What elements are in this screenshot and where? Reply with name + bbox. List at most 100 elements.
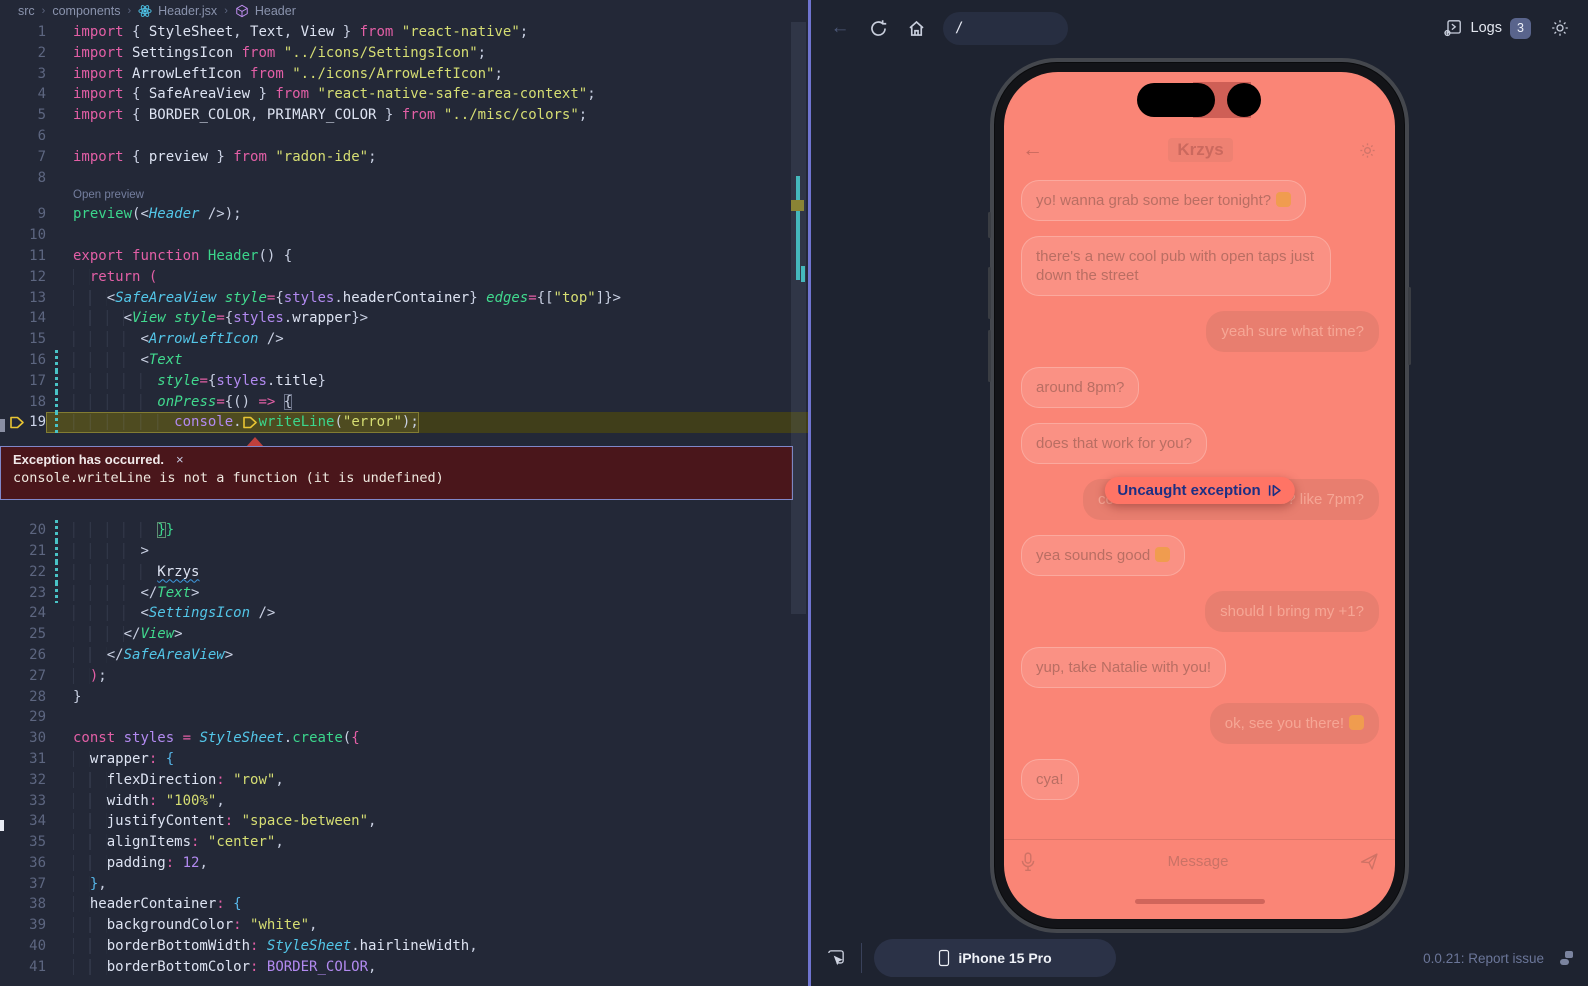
reload-button[interactable] bbox=[863, 19, 893, 38]
message-list: yo! wanna grab some beer tonight? there's… bbox=[1004, 170, 1395, 839]
home-indicator[interactable] bbox=[1135, 899, 1265, 904]
exception-message: console.writeLine is not a function (it … bbox=[13, 470, 780, 486]
preview-toolbar: ← / Logs 3 bbox=[811, 0, 1588, 56]
line-number[interactable]: 15 bbox=[0, 329, 46, 350]
microphone-icon[interactable] bbox=[1020, 852, 1036, 872]
line-number[interactable]: 34 bbox=[0, 811, 46, 832]
report-issue-link[interactable]: 0.0.21: Report issue bbox=[1423, 951, 1544, 966]
line-number[interactable]: 27 bbox=[0, 666, 46, 687]
breadcrumb-item-components[interactable]: components bbox=[52, 4, 120, 18]
line-number[interactable]: 39 bbox=[0, 915, 46, 936]
divider bbox=[861, 943, 862, 973]
chevron-right-icon: › bbox=[224, 5, 228, 17]
line-number[interactable]: 38 bbox=[0, 894, 46, 915]
line-number[interactable]: 32 bbox=[0, 770, 46, 791]
device-selector[interactable]: iPhone 15 Pro bbox=[874, 939, 1116, 977]
front-camera bbox=[1227, 83, 1261, 117]
code-line-20: 20 }} bbox=[0, 520, 808, 541]
line-number[interactable]: 16 bbox=[0, 350, 46, 371]
line-number[interactable]: 10 bbox=[0, 225, 46, 246]
line-number[interactable]: 30 bbox=[0, 728, 46, 749]
chat-back-button[interactable]: ← bbox=[1022, 138, 1043, 162]
code-line-10: 10 bbox=[0, 225, 808, 246]
line-number[interactable]: 31 bbox=[0, 749, 46, 770]
element-inspector-icon[interactable] bbox=[825, 947, 847, 969]
breadcrumb-item-file[interactable]: Header.jsx bbox=[158, 4, 217, 18]
line-number[interactable]: 22 bbox=[0, 562, 46, 583]
chat-bubble-text: there's a new cool pub with open taps ju… bbox=[1036, 248, 1314, 284]
breadcrumb-item-symbol[interactable]: Header bbox=[255, 4, 296, 18]
settings-gear-icon[interactable] bbox=[1550, 18, 1570, 38]
line-number[interactable]: 23 bbox=[0, 583, 46, 604]
url-input[interactable]: / bbox=[943, 12, 1068, 45]
devices-icon[interactable] bbox=[1556, 948, 1576, 968]
line-number[interactable]: 14 bbox=[0, 308, 46, 329]
chat-bubble-left: yo! wanna grab some beer tonight? bbox=[1021, 180, 1306, 221]
chat-bubble-left: around 8pm? bbox=[1021, 367, 1139, 408]
debug-resume-icon bbox=[1267, 483, 1282, 498]
line-number[interactable]: 13 bbox=[0, 288, 46, 309]
chat-bubble-left: cya! bbox=[1021, 759, 1079, 800]
code-line-6: 6 bbox=[0, 126, 808, 147]
line-number[interactable]: 28 bbox=[0, 687, 46, 708]
code-line-27: 27 ); bbox=[0, 666, 808, 687]
home-button[interactable] bbox=[901, 19, 931, 38]
line-number[interactable]: 26 bbox=[0, 645, 46, 666]
paused-statement-icon bbox=[242, 415, 259, 429]
line-number[interactable]: 20 bbox=[0, 520, 46, 541]
logs-button[interactable]: Logs 3 bbox=[1443, 18, 1531, 39]
code-line-4: 4import { SafeAreaView } from "react-nat… bbox=[0, 84, 808, 105]
code-line-34: 34 justifyContent: "space-between", bbox=[0, 811, 808, 832]
uncaught-exception-button[interactable]: Uncaught exception bbox=[1104, 477, 1294, 504]
line-number[interactable]: 25 bbox=[0, 624, 46, 645]
logs-count-badge: 3 bbox=[1510, 18, 1531, 39]
close-icon[interactable]: × bbox=[176, 452, 184, 467]
editor-edge-mark bbox=[0, 419, 5, 432]
line-number[interactable]: 11 bbox=[0, 246, 46, 267]
exception-title: Exception has occurred. bbox=[13, 452, 164, 467]
message-input[interactable]: Message bbox=[1036, 853, 1360, 870]
line-number[interactable]: 5 bbox=[0, 105, 46, 126]
line-number[interactable]: 36 bbox=[0, 853, 46, 874]
codelens-open-preview[interactable]: Open preview bbox=[0, 188, 808, 204]
line-number[interactable]: 2 bbox=[0, 43, 46, 64]
line-number[interactable]: 8 bbox=[0, 168, 46, 189]
uncaught-exception-label: Uncaught exception bbox=[1117, 482, 1260, 499]
line-number[interactable]: 33 bbox=[0, 791, 46, 812]
chat-bubble-left: yup, take Natalie with you! bbox=[1021, 647, 1226, 688]
line-number[interactable]: 7 bbox=[0, 147, 46, 168]
line-number[interactable]: 24 bbox=[0, 603, 46, 624]
code-line-2: 2import SettingsIcon from "../icons/Sett… bbox=[0, 43, 808, 64]
chat-settings-icon[interactable] bbox=[1358, 141, 1377, 160]
line-number[interactable]: 4 bbox=[0, 84, 46, 105]
line-number[interactable]: 12 bbox=[0, 267, 46, 288]
back-button[interactable]: ← bbox=[825, 17, 855, 39]
chat-bubble-text: yo! wanna grab some beer tonight? bbox=[1036, 192, 1271, 209]
code-line-5: 5import { BORDER_COLOR, PRIMARY_COLOR } … bbox=[0, 105, 808, 126]
send-icon[interactable] bbox=[1360, 852, 1379, 871]
chat-bubble-right: should I bring my +1? bbox=[1205, 591, 1379, 632]
line-number[interactable]: 40 bbox=[0, 936, 46, 957]
line-number[interactable]: 3 bbox=[0, 64, 46, 85]
line-number[interactable]: 29 bbox=[0, 707, 46, 728]
logs-icon bbox=[1443, 18, 1463, 38]
line-number[interactable]: 41 bbox=[0, 957, 46, 978]
debug-paused-gutter-icon[interactable] bbox=[9, 415, 25, 430]
line-number[interactable]: 17 bbox=[0, 371, 46, 392]
line-number[interactable]: 35 bbox=[0, 832, 46, 853]
code-line-16: 16 <Text bbox=[0, 350, 808, 371]
breadcrumb: src › components › Header.jsx › Header bbox=[0, 0, 808, 22]
line-number[interactable]: 18 bbox=[0, 392, 46, 413]
line-number[interactable]: 9 bbox=[0, 204, 46, 225]
line-number[interactable]: 6 bbox=[0, 126, 46, 147]
device-screen[interactable]: ← Krzys yo! wanna grab some beer tonight… bbox=[1004, 72, 1395, 919]
line-number[interactable]: 37 bbox=[0, 874, 46, 895]
code-line-25: 25 </View> bbox=[0, 624, 808, 645]
chevron-right-icon: › bbox=[127, 5, 131, 17]
preview-statusbar: iPhone 15 Pro 0.0.21: Report issue bbox=[811, 930, 1588, 986]
editor-scrollbar[interactable] bbox=[791, 22, 806, 614]
code-line-38: 38 headerContainer: { bbox=[0, 894, 808, 915]
line-number[interactable]: 1 bbox=[0, 22, 46, 43]
line-number[interactable]: 21 bbox=[0, 541, 46, 562]
breadcrumb-item-src[interactable]: src bbox=[18, 4, 35, 18]
